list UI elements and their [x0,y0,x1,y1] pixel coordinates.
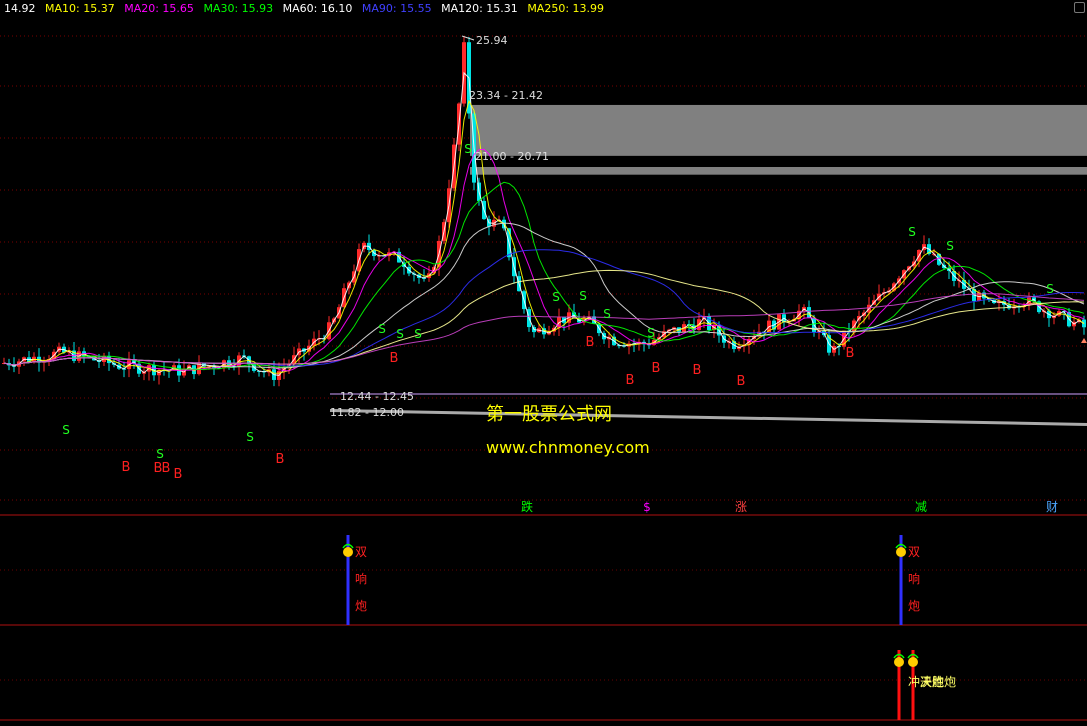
sell-marker-3: S [378,322,386,336]
sell-marker-8: S [579,289,587,303]
sell-marker-13: S [946,239,954,253]
annotation-support-2: 11.82 - 12.00 [330,406,404,419]
signal-label-1: $ [643,500,651,514]
ma-line-3 [3,181,1085,371]
signal-text-1-0: 双 [908,545,920,559]
sell-marker-4: S [396,327,404,341]
sell-marker-7: S [552,290,560,304]
buy-marker-2: B [162,461,171,476]
buy-marker-0: B [122,460,131,475]
signal-text-0-0: 双 [355,545,367,559]
buy-marker-7: B [626,373,635,388]
pressure-band-1 [470,167,1087,175]
signal-label-4: 财 [1046,500,1058,514]
sell-marker-6: S [464,142,472,156]
annotation-peak: 25.94 [476,34,508,47]
sell-marker-11: S [687,322,695,336]
sell-marker-9: S [603,307,611,321]
signal-text-0-2: 炮 [355,599,367,613]
sell-marker-2: S [246,430,254,444]
signal-label-0: 跌 [521,499,533,514]
pressure-band-0 [470,104,1087,156]
buy-marker-11: B [846,346,855,361]
buy-marker-10: B [737,374,746,389]
candles-group [2,36,1086,387]
price-pointer-icon [1081,338,1087,343]
rocket-ball-icon-0 [894,657,904,667]
support-line-1 [329,408,1087,426]
buy-marker-6: B [586,335,595,350]
buy-marker-4: B [276,452,285,467]
watermark-title: 第一股票公式网 [486,404,612,425]
rocket-label-2: 决胜炮 [920,674,956,689]
buy-marker-3: B [174,467,183,482]
buy-marker-8: B [652,361,661,376]
signal-ball-icon-1 [896,547,906,557]
watermark-url: www.chnmoney.com [486,438,650,457]
sell-marker-12: S [908,225,916,239]
signal-text-0-1: 响 [355,571,367,586]
sell-marker-1: S [156,447,164,461]
buy-marker-5: B [390,351,399,366]
signal-text-1-2: 炮 [908,599,920,613]
rocket-ball-icon-1 [908,657,918,667]
signal-label-3: 减 [915,500,927,514]
signal-label-2: 涨 [735,499,747,514]
annotation-band-1: 23.34 - 21.42 [469,89,543,102]
signal-text-1-1: 响 [908,571,920,586]
ma-line-6 [3,269,1085,366]
annotation-band-2: 21.00 - 20.71 [475,150,549,163]
buy-marker-9: B [693,363,702,378]
sell-marker-10: S [647,326,655,340]
stock-chart: 25.94 23.34 - 21.42 21.00 - 20.71 12.44 - 1… [0,34,1087,721]
signal-ball-icon-0 [343,547,353,557]
sell-marker-14: S [1046,282,1054,296]
sell-marker-5: S [414,327,422,341]
annotation-support-1: 12.44 - 12.45 [340,390,414,403]
sell-marker-0: S [62,423,70,437]
